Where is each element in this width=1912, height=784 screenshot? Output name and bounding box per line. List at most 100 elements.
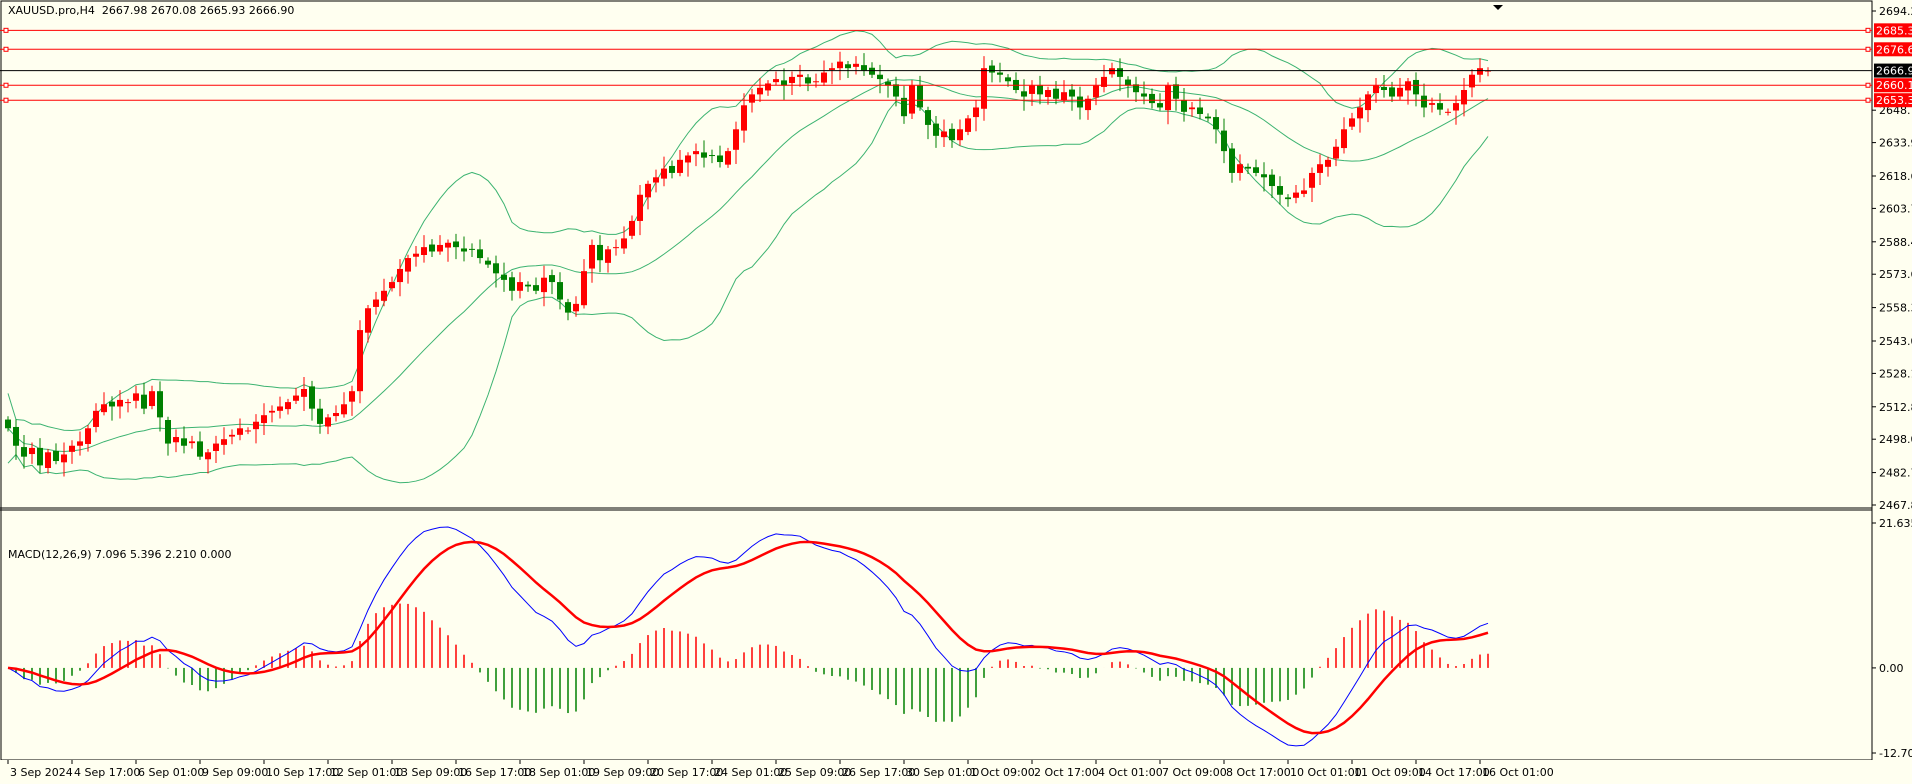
time-tick-label: 16 Oct 01:00 bbox=[1482, 766, 1554, 779]
candle-body bbox=[109, 401, 115, 407]
candle-body bbox=[1477, 68, 1483, 75]
candle-body bbox=[925, 110, 931, 125]
price-level-label: 2653.32 bbox=[1876, 94, 1912, 107]
time-tick-label: 10 Oct 01:00 bbox=[1290, 766, 1362, 779]
candle-body bbox=[773, 79, 779, 83]
candle-body bbox=[213, 443, 219, 451]
candle-body bbox=[197, 441, 203, 457]
candle-body bbox=[877, 74, 883, 80]
candle-body bbox=[573, 303, 579, 312]
candle-body bbox=[237, 428, 243, 435]
candle-body bbox=[125, 402, 131, 404]
candle-body bbox=[1397, 87, 1403, 97]
price-tick-label: 2528.15 bbox=[1879, 367, 1912, 380]
candle-body bbox=[1245, 166, 1251, 169]
candle-body bbox=[101, 404, 107, 413]
candle-body bbox=[933, 123, 939, 136]
candle-body bbox=[581, 271, 587, 306]
time-tick-label: 24 Sep 01:00 bbox=[714, 766, 787, 779]
candle-body bbox=[341, 404, 347, 415]
candle-body bbox=[517, 282, 523, 291]
candle-body bbox=[661, 168, 667, 179]
candle-body bbox=[645, 183, 651, 198]
candle-body bbox=[501, 274, 507, 280]
price-tick-label: 2694.20 bbox=[1879, 5, 1912, 18]
candle-body bbox=[245, 430, 251, 432]
candle-body bbox=[613, 247, 619, 249]
candle-body bbox=[1285, 197, 1291, 200]
price-tick-label: 2618.60 bbox=[1879, 170, 1912, 183]
time-tick-label: 7 Oct 09:00 bbox=[1162, 766, 1227, 779]
candle-body bbox=[1261, 174, 1267, 178]
candle-body bbox=[757, 87, 763, 95]
candle-body bbox=[293, 395, 299, 401]
time-tick-label: 13 Sep 09:00 bbox=[394, 766, 467, 779]
time-tick-label: 20 Sep 17:00 bbox=[650, 766, 723, 779]
candle-body bbox=[973, 107, 979, 118]
candle-body bbox=[445, 242, 451, 248]
candle-body bbox=[1157, 103, 1163, 108]
candle-body bbox=[1061, 92, 1067, 101]
candle-body bbox=[861, 65, 867, 71]
time-tick-label: 26 Sep 17:00 bbox=[842, 766, 915, 779]
candle-body bbox=[285, 402, 291, 410]
candle-body bbox=[301, 389, 307, 397]
candle-body bbox=[349, 391, 355, 402]
price-level-label: 2685.34 bbox=[1876, 24, 1912, 37]
candle-body bbox=[69, 445, 75, 452]
candle-body bbox=[1341, 129, 1347, 149]
candle-body bbox=[1221, 130, 1227, 152]
candle-body bbox=[509, 277, 515, 291]
candle-body bbox=[221, 439, 227, 445]
candle-body bbox=[37, 447, 43, 466]
candle-body bbox=[1437, 103, 1443, 110]
time-tick-label: 30 Sep 01:00 bbox=[906, 766, 979, 779]
candle-body bbox=[597, 244, 603, 261]
level-handle bbox=[1865, 82, 1871, 88]
price-tick-label: 2512.85 bbox=[1879, 401, 1912, 414]
candle-body bbox=[1005, 77, 1011, 82]
candle-body bbox=[269, 410, 275, 413]
candle-body bbox=[1357, 107, 1363, 119]
candle-body bbox=[1413, 79, 1419, 95]
candle-body bbox=[461, 248, 467, 252]
candle-body bbox=[1021, 91, 1027, 97]
candle-body bbox=[677, 159, 683, 173]
level-handle bbox=[3, 82, 9, 88]
candle-body bbox=[709, 155, 715, 157]
candle-body bbox=[1149, 93, 1155, 104]
candle-body bbox=[1197, 107, 1203, 115]
candle-body bbox=[261, 415, 267, 424]
time-tick-label: 3 Sep 2024 bbox=[10, 766, 73, 779]
time-tick-label: 16 Sep 17:00 bbox=[458, 766, 531, 779]
price-tick-label: 2498.00 bbox=[1879, 433, 1912, 446]
candle-body bbox=[909, 85, 915, 114]
price-tick-label: 2467.85 bbox=[1879, 499, 1912, 512]
time-tick-label: 4 Sep 17:00 bbox=[74, 766, 140, 779]
candle-body bbox=[133, 393, 139, 401]
candle-body bbox=[1189, 107, 1195, 110]
candle-body bbox=[389, 282, 395, 289]
time-tick-label: 2 Oct 17:00 bbox=[1034, 766, 1099, 779]
candle-body bbox=[589, 244, 595, 269]
candle-body bbox=[1165, 85, 1171, 111]
candle-body bbox=[1405, 81, 1411, 91]
macd-line bbox=[7, 526, 1489, 747]
candle-body bbox=[229, 434, 235, 437]
candle-body bbox=[485, 260, 491, 265]
candle-body bbox=[365, 308, 371, 333]
candle-body bbox=[565, 302, 571, 313]
candle-body bbox=[821, 72, 827, 83]
level-handle bbox=[3, 97, 9, 103]
price-tick-label: 2633.90 bbox=[1879, 137, 1912, 150]
candle-body bbox=[13, 426, 19, 446]
candle-body bbox=[837, 61, 843, 69]
candle-body bbox=[421, 247, 427, 255]
candle-body bbox=[685, 155, 691, 163]
candle-body bbox=[829, 68, 835, 70]
candle-body bbox=[1269, 174, 1275, 187]
candle-body bbox=[813, 81, 819, 83]
candle-body bbox=[749, 94, 755, 103]
bollinger-upper bbox=[7, 30, 1489, 431]
price-chart[interactable]: 2694.202648.752633.902618.602603.752588.… bbox=[0, 0, 1912, 784]
